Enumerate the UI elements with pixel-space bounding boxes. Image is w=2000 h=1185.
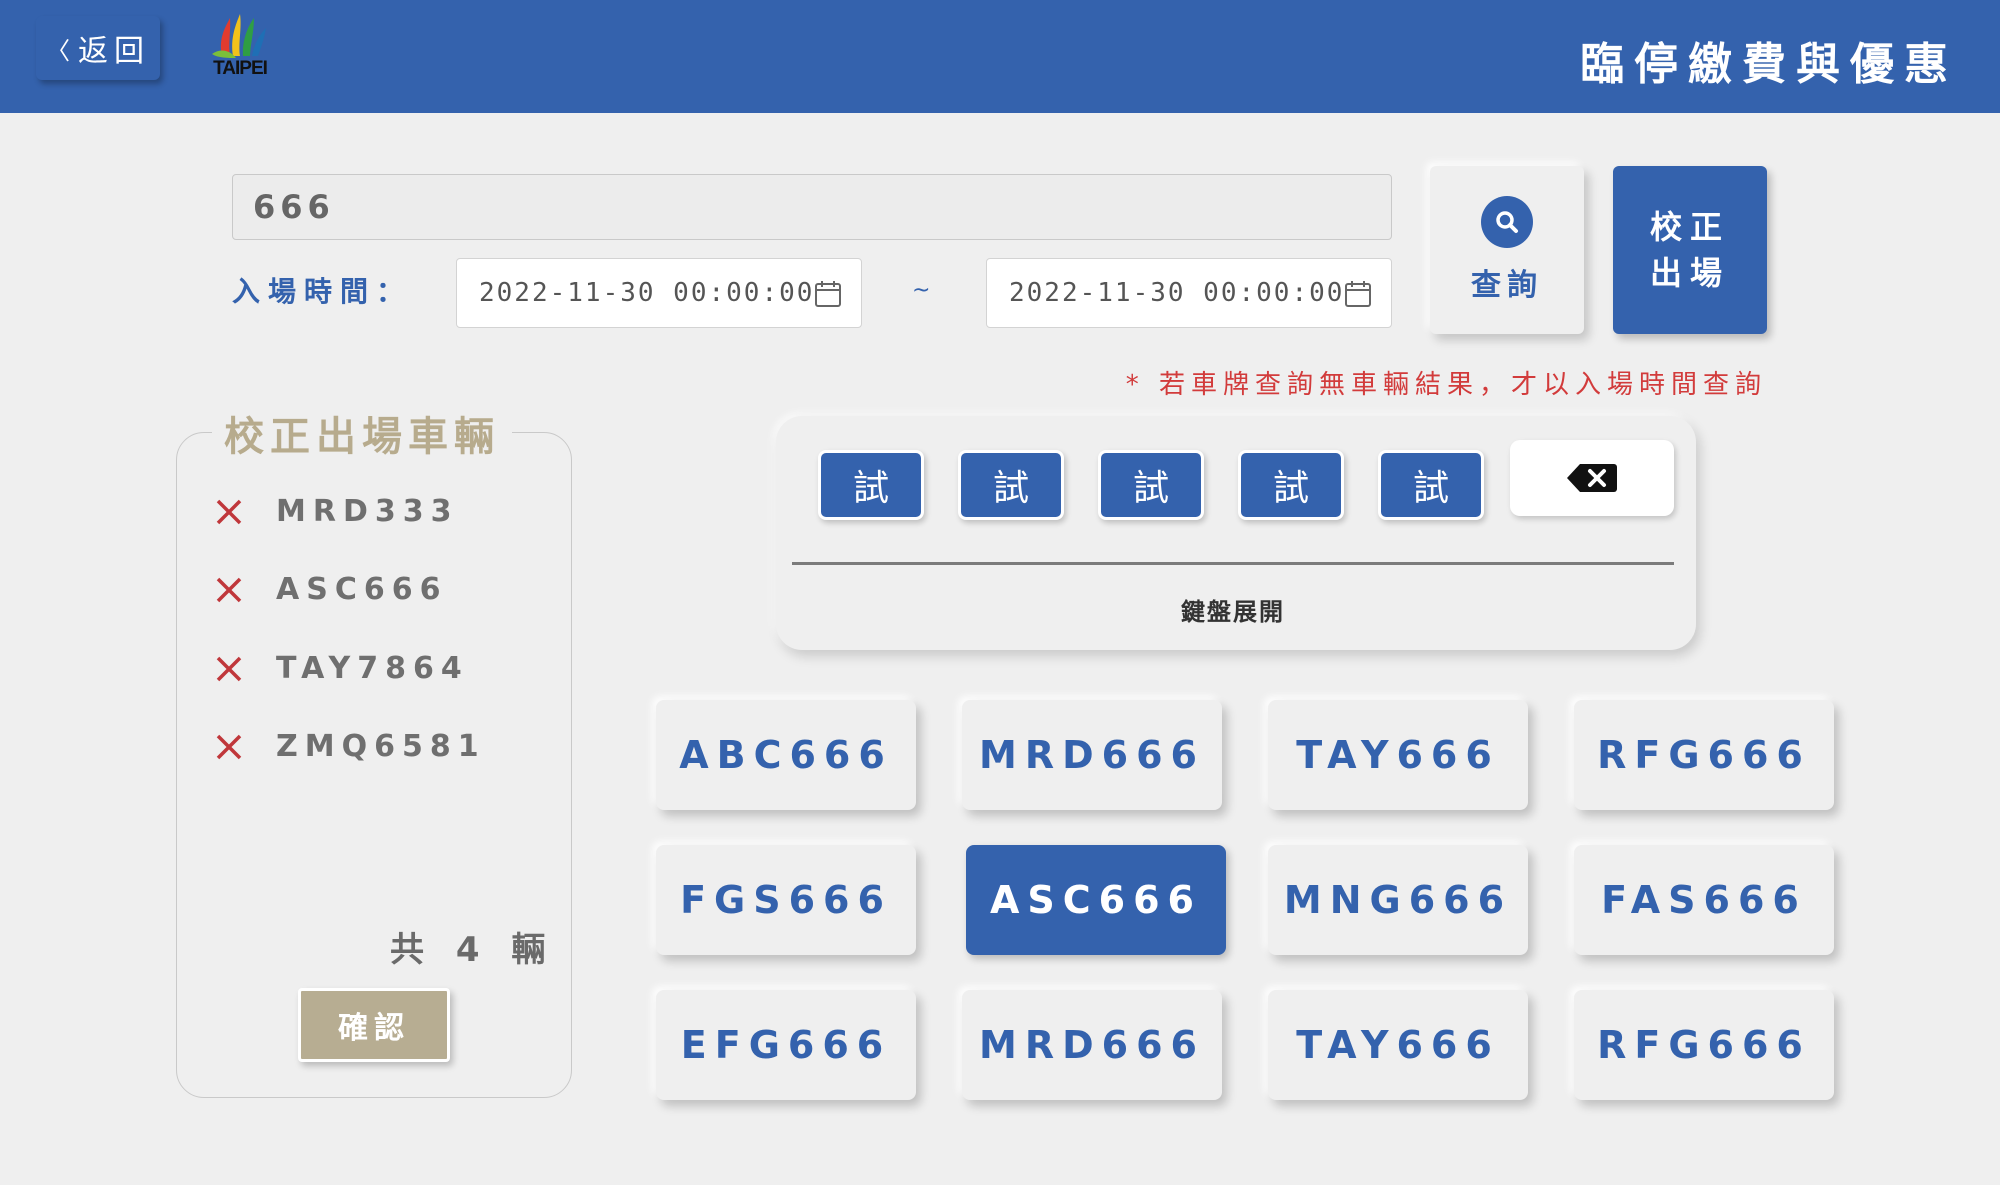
plate-result[interactable]: TAY666 — [1268, 700, 1528, 810]
panel-title: 校正出場車輛 — [212, 404, 512, 462]
page-title: 臨停繳費與優惠 — [1580, 39, 1958, 90]
list-item: TAY7864 — [212, 651, 469, 686]
list-item: MRD333 — [212, 494, 458, 529]
confirm-button[interactable]: 確認 — [298, 988, 450, 1062]
start-time-value: 2022-11-30 00:00:00 — [479, 278, 815, 308]
remove-icon[interactable] — [212, 573, 246, 607]
end-time-field[interactable]: 2022-11-30 00:00:00 — [986, 258, 1392, 328]
range-separator: ~ — [912, 278, 931, 303]
vehicle-plate: ASC666 — [276, 572, 448, 607]
keyboard-key[interactable]: 試 — [1378, 450, 1484, 520]
keyboard-expand-toggle[interactable]: 鍵盤展開 — [1100, 592, 1366, 627]
plate-search-input[interactable] — [232, 174, 1392, 240]
back-button[interactable]: 〈 返回 — [36, 16, 160, 80]
correct-exit-line1: 校正 — [1649, 208, 1730, 246]
plate-result[interactable]: MNG666 — [1268, 845, 1528, 955]
list-item: ZMQ6581 — [212, 729, 486, 764]
entry-time-label: 入場時間： — [232, 275, 413, 308]
keyboard-key[interactable]: 試 — [958, 450, 1064, 520]
vehicle-plate: TAY7864 — [276, 651, 469, 686]
backspace-icon — [1567, 464, 1617, 492]
list-item: ASC666 — [212, 572, 447, 607]
plate-result[interactable]: TAY666 — [1268, 990, 1528, 1100]
start-time-field[interactable]: 2022-11-30 00:00:00 — [456, 258, 862, 328]
vehicle-plate: ZMQ6581 — [276, 729, 486, 764]
plate-result[interactable]: ABC666 — [656, 700, 916, 810]
plate-result[interactable]: RFG666 — [1574, 990, 1834, 1100]
plate-result[interactable]: FAS666 — [1574, 845, 1834, 955]
chevron-left-icon: 〈 — [46, 36, 70, 65]
plate-result[interactable]: FGS666 — [656, 845, 916, 955]
keyboard-key[interactable]: 試 — [818, 450, 924, 520]
search-icon — [1481, 196, 1533, 248]
keyboard-divider — [792, 562, 1674, 565]
end-time-value: 2022-11-30 00:00:00 — [1009, 278, 1345, 308]
remove-icon[interactable] — [212, 730, 246, 764]
query-button[interactable]: 查詢 — [1430, 166, 1584, 334]
plate-result[interactable]: MRD666 — [962, 990, 1222, 1100]
remove-icon[interactable] — [212, 652, 246, 686]
vehicle-plate: MRD333 — [276, 494, 459, 529]
vehicle-total: 共 4 輛 — [390, 930, 556, 970]
delete-key[interactable] — [1510, 440, 1674, 516]
logo-text: TAIPEI — [213, 58, 268, 79]
calendar-icon[interactable] — [813, 279, 843, 309]
plate-result[interactable]: EFG666 — [656, 990, 916, 1100]
correct-exit-button[interactable]: 校正 出場 — [1613, 166, 1767, 334]
plate-result-selected[interactable]: ASC666 — [966, 845, 1226, 955]
query-label: 查詢 — [1471, 268, 1543, 303]
calendar-icon[interactable] — [1343, 279, 1373, 309]
back-label: 返回 — [78, 34, 150, 69]
remove-icon[interactable] — [212, 495, 246, 529]
plate-result[interactable]: RFG666 — [1574, 700, 1834, 810]
keyboard-key[interactable]: 試 — [1238, 450, 1344, 520]
keyboard-key[interactable]: 試 — [1098, 450, 1204, 520]
plate-result[interactable]: MRD666 — [962, 700, 1222, 810]
correct-exit-line2: 出場 — [1649, 254, 1730, 292]
search-note: * 若車牌查詢無車輛結果，才以入場時間查詢 — [1125, 370, 1767, 400]
